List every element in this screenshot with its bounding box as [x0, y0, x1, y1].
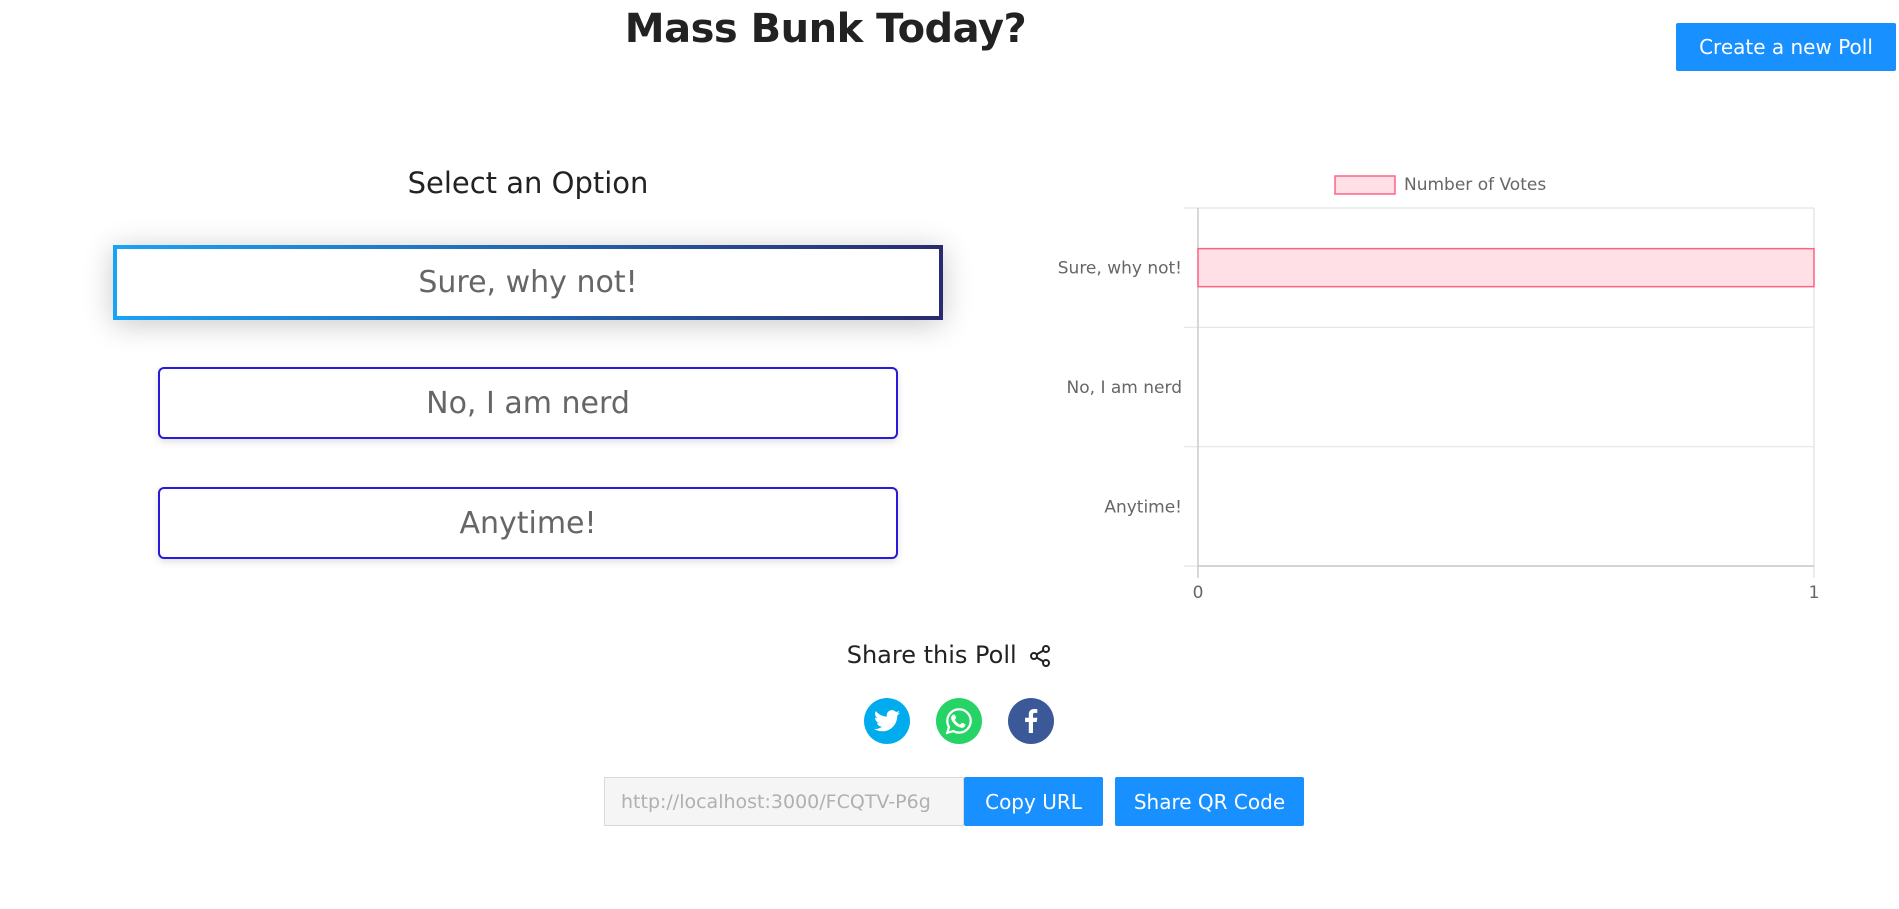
share-heading-text: Share this Poll [846, 641, 1017, 669]
bar [1197, 247, 1815, 288]
x-tick-label: 0 [1193, 583, 1204, 603]
facebook-icon[interactable] [1008, 698, 1054, 744]
poll-title: Mass Bunk Today? [624, 6, 1027, 52]
votes-chart: Number of Votes 0 1 Sure, why not! No, I am … [1050, 165, 1850, 605]
twitter-icon[interactable] [864, 698, 910, 744]
legend-label: Number of Votes [1404, 175, 1546, 195]
y-tick-label: Anytime! [1104, 497, 1182, 517]
y-tick-label: Sure, why not! [1058, 259, 1182, 279]
share-qr-code-button[interactable]: Share QR Code [1115, 777, 1304, 826]
option-button-1[interactable]: Sure, why not! [113, 245, 943, 320]
whatsapp-icon[interactable] [936, 698, 982, 744]
poll-url-input[interactable] [604, 777, 964, 826]
legend-swatch [1334, 175, 1396, 195]
y-tick-label: No, I am nerd [1067, 378, 1182, 398]
x-tick-label: 1 [1809, 583, 1820, 603]
option-label: Anytime! [459, 505, 597, 541]
select-option-heading: Select an Option [407, 166, 649, 200]
option-label: No, I am nerd [426, 385, 630, 421]
option-button-2[interactable]: No, I am nerd [158, 367, 898, 439]
share-heading: Share this Poll [0, 640, 1899, 669]
copy-url-button[interactable]: Copy URL [964, 777, 1103, 826]
share-nodes-icon [1024, 641, 1052, 669]
option-label: Sure, why not! [418, 265, 638, 300]
create-poll-button[interactable]: Create a new Poll [1676, 23, 1896, 71]
option-button-3[interactable]: Anytime! [158, 487, 898, 559]
